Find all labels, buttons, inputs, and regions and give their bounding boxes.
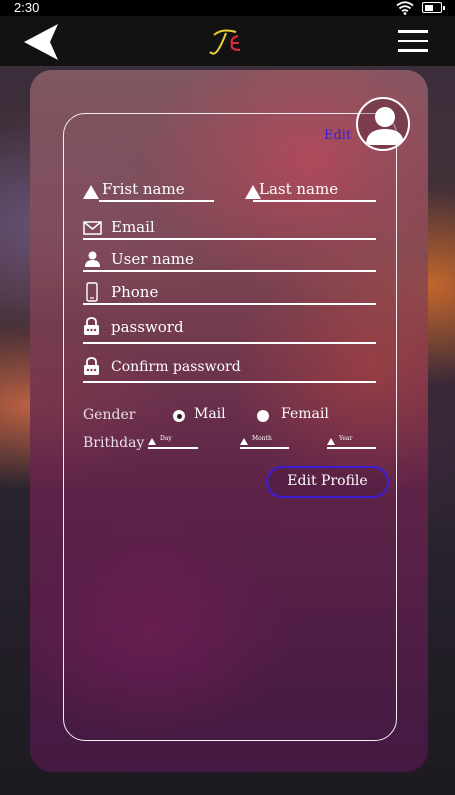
email-label: Email	[111, 218, 155, 236]
gender-option-mail: Mail	[194, 406, 226, 422]
wifi-icon	[396, 1, 414, 15]
first-name-icon	[83, 185, 99, 199]
status-bar: 2:30	[0, 0, 455, 16]
birthday-year-label: Year	[339, 435, 353, 442]
password-label: password	[111, 318, 184, 336]
status-time: 2:30	[14, 0, 40, 15]
birthday-year-field[interactable]: Year	[327, 435, 376, 449]
gender-radio-mail[interactable]	[173, 410, 185, 422]
birthday-month-label: Month	[252, 435, 272, 442]
user-icon	[85, 251, 100, 267]
day-icon	[148, 438, 156, 445]
edit-link[interactable]: Edit	[324, 128, 351, 143]
gender-label: Gender	[83, 407, 136, 423]
battery-icon	[422, 2, 445, 13]
confirm-password-field[interactable]: Confirm password	[83, 357, 376, 383]
birthday-label: Brithday	[83, 435, 145, 451]
edit-profile-button[interactable]: Edit Profile	[266, 466, 389, 498]
last-name-field[interactable]: Last name	[245, 180, 376, 202]
phone-icon	[86, 282, 98, 302]
back-button[interactable]	[22, 22, 62, 62]
avatar-button[interactable]	[356, 97, 410, 151]
lock-icon	[84, 357, 99, 375]
username-label: User name	[111, 250, 194, 268]
birthday-day-field[interactable]: Day	[148, 435, 198, 449]
username-field[interactable]: User name	[83, 250, 376, 272]
logo	[208, 26, 248, 62]
menu-icon	[398, 30, 428, 33]
back-arrow-icon	[24, 24, 58, 60]
app-bar	[0, 16, 455, 66]
mail-icon	[83, 221, 102, 235]
confirm-password-label: Confirm password	[111, 359, 241, 375]
phone-field[interactable]: Phone	[83, 282, 376, 305]
email-field[interactable]: Email	[83, 218, 376, 240]
password-field[interactable]: password	[83, 317, 376, 344]
first-name-field[interactable]: Frist name	[83, 180, 214, 202]
gender-radio-femail[interactable]	[257, 410, 269, 422]
birthday-day-label: Day	[160, 435, 172, 442]
birthday-month-field[interactable]: Month	[240, 435, 289, 449]
lock-icon	[84, 317, 99, 335]
first-name-label: Frist name	[102, 180, 185, 198]
last-name-label: Last name	[259, 180, 339, 198]
form-frame	[63, 113, 397, 741]
year-icon	[327, 438, 335, 445]
gender-option-femail: Femail	[281, 406, 329, 422]
phone-label: Phone	[111, 283, 159, 301]
menu-button[interactable]	[398, 30, 428, 54]
month-icon	[240, 438, 248, 445]
